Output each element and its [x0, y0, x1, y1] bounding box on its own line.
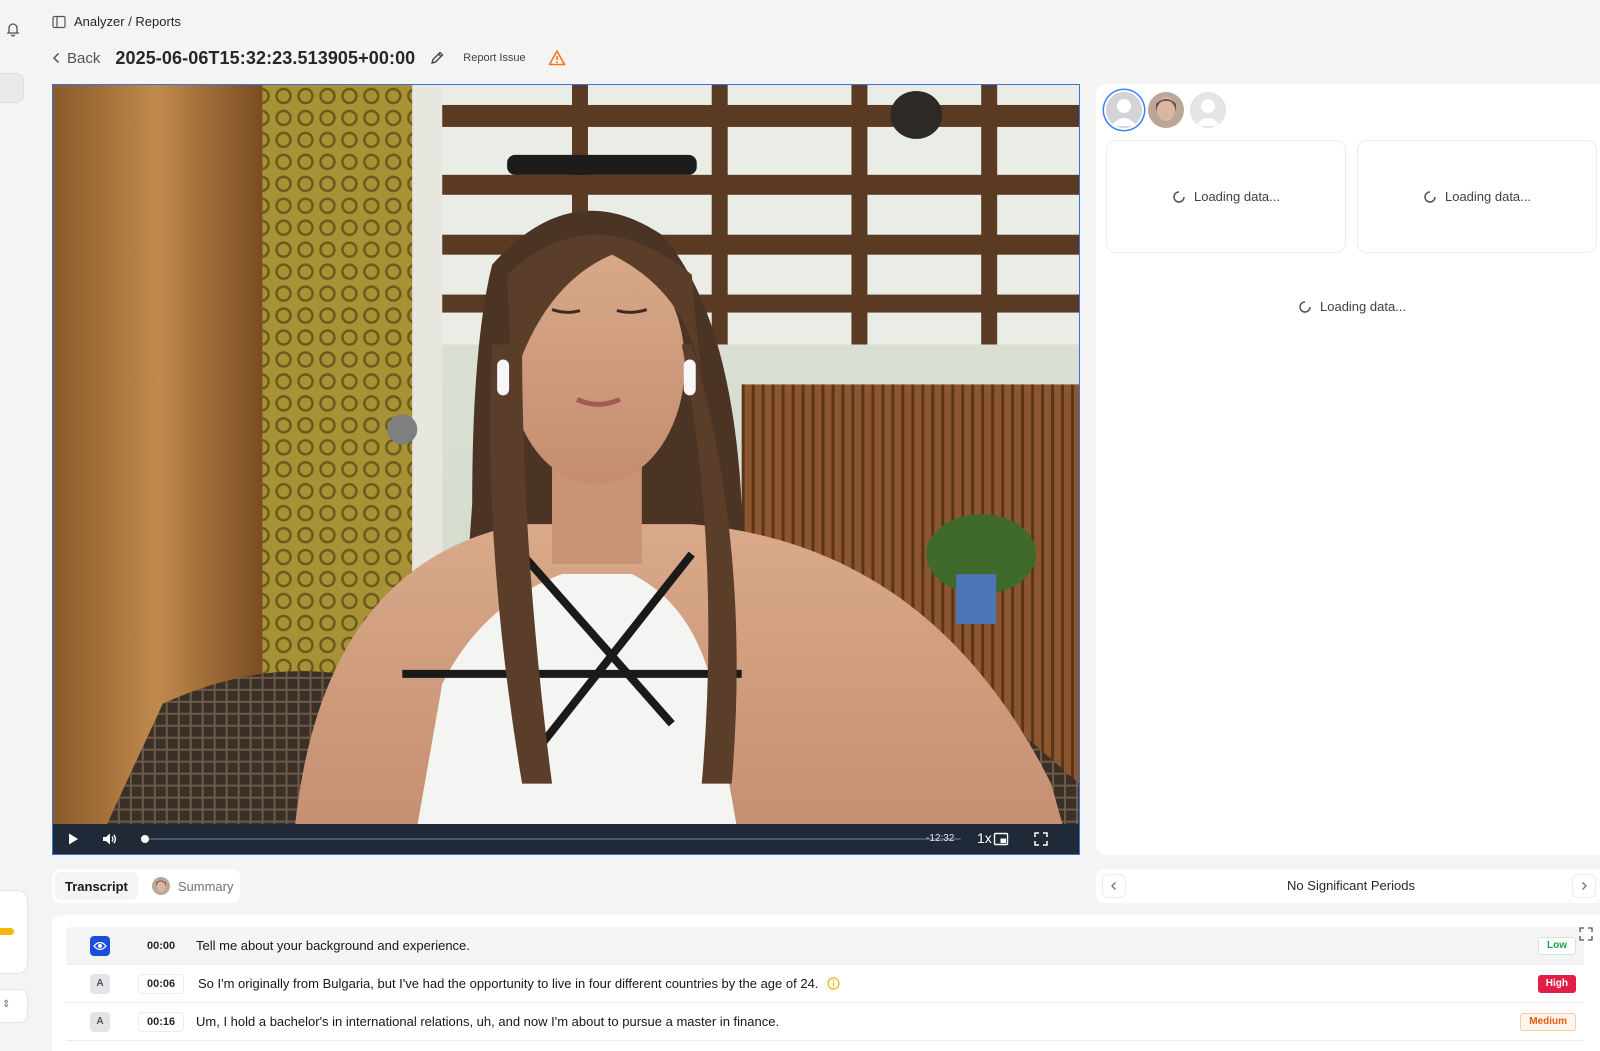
- avatar-participant-photo[interactable]: [1148, 92, 1184, 128]
- loading-card: Loading data...: [1106, 140, 1346, 253]
- expand-icon[interactable]: [1578, 926, 1594, 942]
- tab-summary[interactable]: Summary: [142, 872, 244, 900]
- sidebar-toggle-icon[interactable]: [52, 15, 66, 29]
- progress-knob[interactable]: [141, 835, 149, 843]
- breadcrumb: Analyzer / Reports: [52, 14, 181, 29]
- loading-text: Loading data...: [1193, 189, 1281, 204]
- bell-icon[interactable]: [5, 21, 21, 37]
- timestamp[interactable]: 00:06: [138, 973, 185, 994]
- volume-icon[interactable]: [101, 831, 117, 847]
- spinner-icon: [1424, 190, 1436, 203]
- level-badge: High: [1537, 974, 1576, 993]
- transcript-row[interactable]: A 00:16 Um, I hold a bachelor's in inter…: [66, 1003, 1584, 1041]
- back-button[interactable]: Back: [52, 50, 100, 67]
- info-icon[interactable]: [827, 977, 841, 990]
- tab-bar: Transcript Summary: [52, 869, 240, 903]
- analysis-panel: Loading data... Loading data... Loading …: [1096, 84, 1600, 855]
- video-frame: [53, 85, 1079, 854]
- transcript-row[interactable]: 00:00 Tell me about your background and …: [66, 927, 1584, 965]
- transcript-panel: 00:00 Tell me about your background and …: [52, 915, 1600, 1051]
- summary-avatar: [151, 877, 170, 895]
- timestamp[interactable]: 00:16: [138, 1011, 185, 1032]
- level-badge: Medium: [1520, 1012, 1576, 1031]
- breadcrumb-text[interactable]: Analyzer / Reports: [74, 14, 181, 29]
- eye-icon[interactable]: [90, 935, 110, 956]
- pencil-icon[interactable]: [429, 50, 445, 66]
- video-player[interactable]: -12:32 1x: [52, 84, 1080, 855]
- transcript-text: So I'm originally from Bulgaria, but I'v…: [198, 976, 841, 991]
- level-badge: Low: [1538, 936, 1576, 955]
- sidebar: ⇕: [0, 0, 30, 1051]
- periods-text: No Significant Periods: [1287, 878, 1415, 893]
- video-controls: -12:32 1x: [53, 824, 1079, 854]
- spinner-icon: [1299, 300, 1311, 313]
- chevron-right-icon: [1582, 882, 1587, 890]
- periods-bar: No Significant Periods: [1096, 869, 1600, 903]
- report-issue-button[interactable]: Report Issue: [463, 52, 525, 64]
- usage-bar: [0, 928, 14, 935]
- transcript-text: Tell me about your background and experi…: [196, 938, 470, 953]
- tab-label: Summary: [177, 878, 234, 894]
- speaker-badge: A: [90, 1011, 110, 1032]
- utterance: Tell me about your background and experi…: [196, 938, 470, 953]
- utterance: So I'm originally from Bulgaria, but I'v…: [198, 976, 819, 991]
- tab-label: Transcript: [65, 878, 128, 894]
- fullscreen-icon[interactable]: [1033, 831, 1049, 847]
- progress-track[interactable]: [141, 835, 961, 843]
- transcript-row[interactable]: A 00:06 So I'm originally from Bulgaria,…: [66, 965, 1584, 1003]
- spinner-icon: [1173, 190, 1185, 203]
- picture-in-picture-icon[interactable]: [993, 831, 1009, 847]
- chevron-left-icon: [52, 52, 60, 64]
- remaining-time: -12:32: [926, 833, 955, 844]
- loading-main: Loading data...: [1298, 299, 1406, 314]
- sidebar-select[interactable]: ⇕: [0, 989, 28, 1023]
- warning-icon[interactable]: [548, 49, 566, 67]
- play-icon[interactable]: [65, 831, 81, 847]
- loading-text: Loading data...: [1444, 189, 1532, 204]
- participant-avatars: [1106, 92, 1226, 128]
- back-label: Back: [67, 49, 101, 67]
- page-title: 2025-06-06T15:32:23.513905+00:00: [115, 47, 416, 68]
- next-period-button[interactable]: [1572, 874, 1596, 898]
- loading-card: Loading data...: [1357, 140, 1597, 253]
- speed-button[interactable]: 1x: [977, 830, 992, 846]
- utterance: Um, I hold a bachelor's in international…: [196, 1014, 780, 1029]
- loading-text: Loading data...: [1320, 299, 1407, 314]
- speaker-badge: A: [90, 973, 110, 994]
- timestamp[interactable]: 00:00: [138, 935, 185, 956]
- chevron-up-down-icon: ⇕: [2, 999, 11, 1010]
- title-bar: Back 2025-06-06T15:32:23.513905+00:00 Re…: [52, 46, 566, 70]
- tab-transcript[interactable]: Transcript: [55, 872, 138, 900]
- sidebar-item[interactable]: [0, 73, 24, 103]
- avatar-default-selected[interactable]: [1106, 92, 1142, 128]
- avatar-default[interactable]: [1190, 92, 1226, 128]
- transcript-text: Um, I hold a bachelor's in international…: [196, 1014, 779, 1029]
